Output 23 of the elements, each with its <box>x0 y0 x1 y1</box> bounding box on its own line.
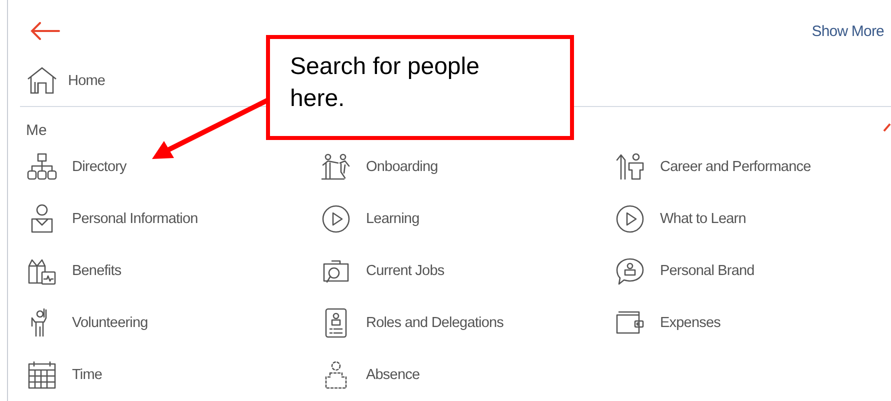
menu-link[interactable]: Personal Brand <box>660 263 754 279</box>
callout-text: Search for people here. <box>290 52 480 114</box>
play-circle-icon <box>320 203 352 235</box>
menu-link[interactable]: Current Jobs <box>366 263 444 279</box>
menu-link[interactable]: Learning <box>366 211 420 227</box>
play-circle-icon <box>614 203 646 235</box>
menu-link[interactable]: Time <box>72 367 102 383</box>
menu-link[interactable]: Roles and Delegations <box>366 315 504 331</box>
menu-link[interactable]: Benefits <box>72 263 122 279</box>
menu-link[interactable]: Onboarding <box>366 159 438 175</box>
menu-link[interactable]: Directory <box>72 159 126 175</box>
menu-link[interactable]: What to Learn <box>660 211 746 227</box>
menu-link[interactable]: Absence <box>366 367 420 383</box>
menu-link[interactable]: Personal Information <box>72 211 198 227</box>
menu-link[interactable]: Volunteering <box>72 315 148 331</box>
calendar-icon <box>26 359 58 391</box>
caret-icon[interactable] <box>883 122 891 132</box>
home-link[interactable]: Home <box>68 73 106 89</box>
section-title: Me <box>25 122 47 141</box>
show-more-link[interactable]: Show More <box>812 22 884 40</box>
menu-link[interactable]: Career and Performance <box>660 159 811 175</box>
back-arrow-icon[interactable] <box>30 22 60 40</box>
menu-link[interactable]: Expenses <box>660 315 720 331</box>
